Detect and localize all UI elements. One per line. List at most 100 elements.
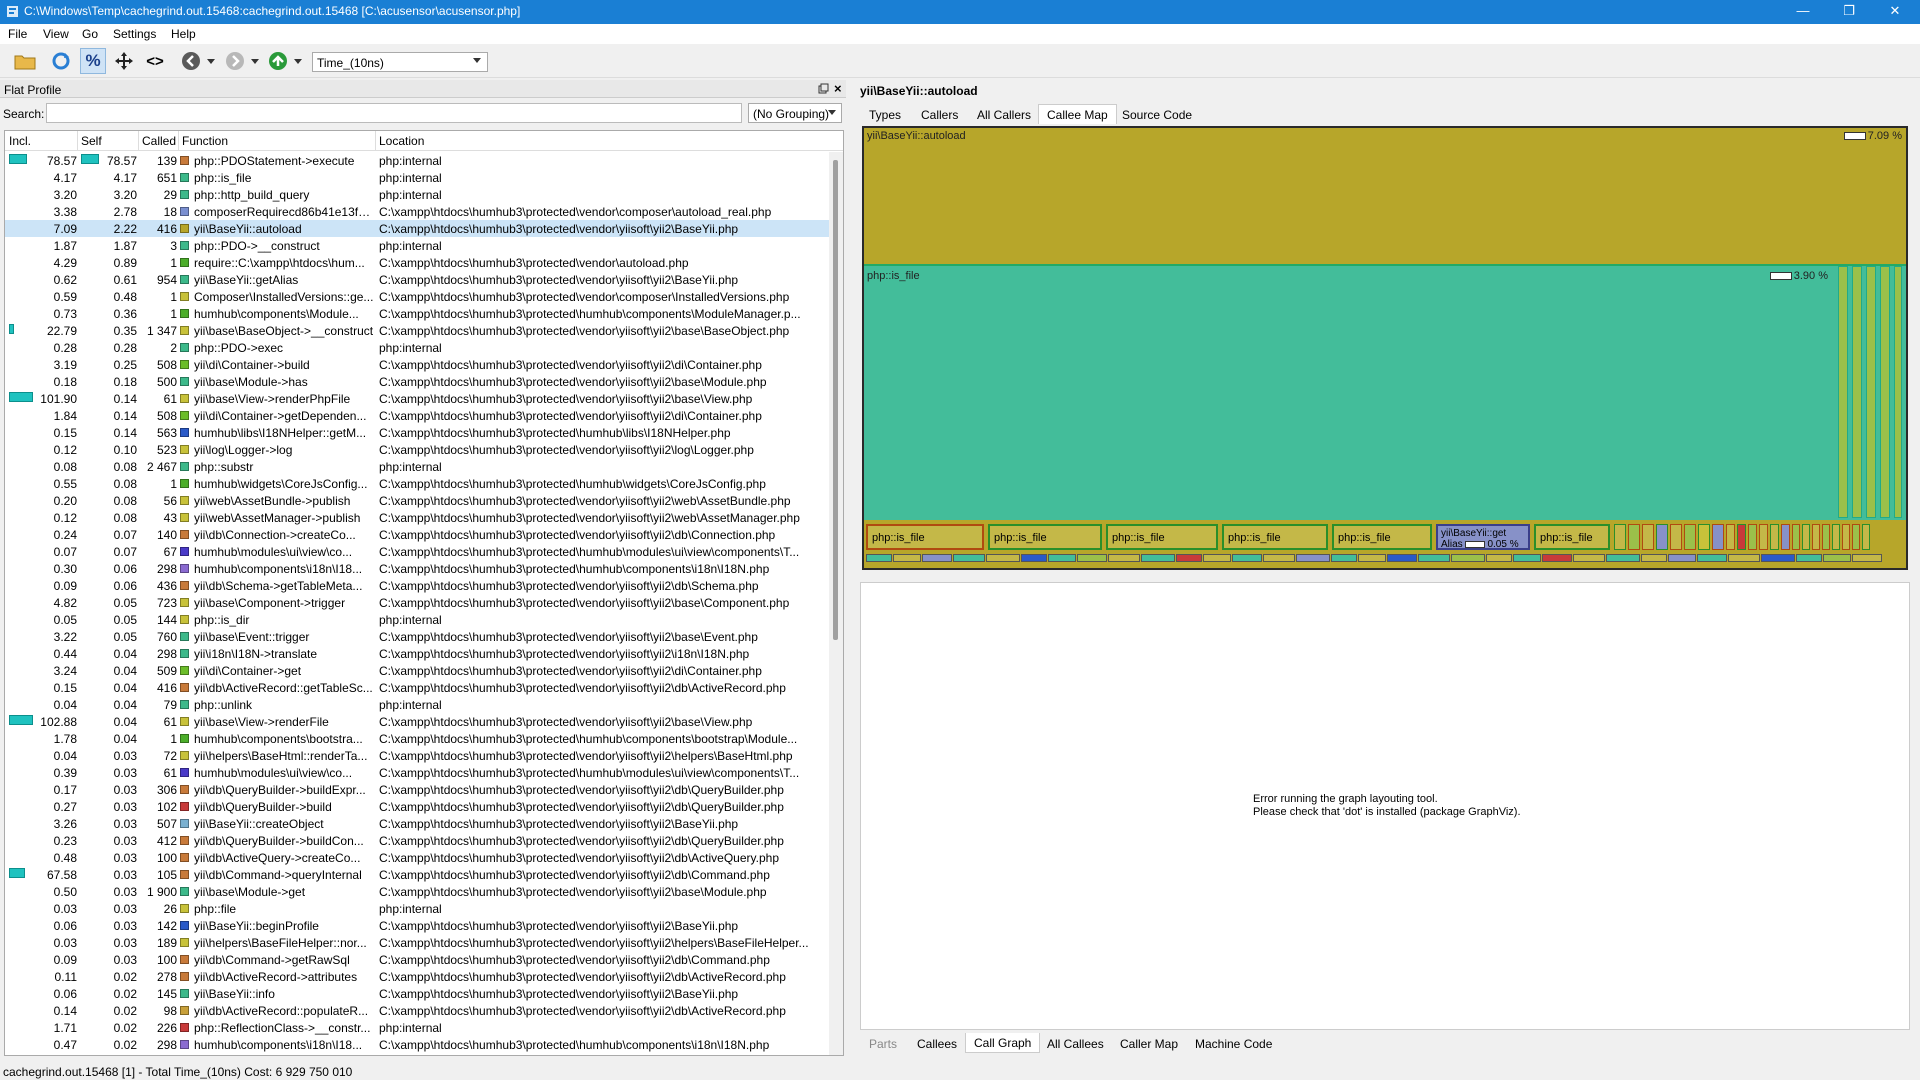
table-row[interactable]: 102.88 0.04 61 yii\base\View->renderFile C:\… <box>5 713 831 730</box>
table-row[interactable]: 0.05 0.05 144 php::is_dir php:internal <box>5 611 831 628</box>
tab-machine-code[interactable]: Machine Code <box>1186 1033 1281 1053</box>
maximize-button[interactable]: ❐ <box>1826 0 1872 24</box>
col-location[interactable]: Location <box>379 134 424 148</box>
map-cell-is-file[interactable]: php::is_file <box>866 524 984 550</box>
tab-all-callees[interactable]: All Callees <box>1038 1033 1113 1053</box>
col-self[interactable]: Self <box>81 134 102 148</box>
map-tiny-cell[interactable] <box>1684 524 1696 550</box>
table-row[interactable]: 0.24 0.07 140 yii\db\Connection->createCo..… <box>5 526 831 543</box>
table-row[interactable]: 22.79 0.35 1 347 yii\base\BaseObject->__con… <box>5 322 831 339</box>
map-cell-is-file[interactable]: php::is_file <box>988 524 1102 550</box>
table-row[interactable]: 3.38 2.78 18 composerRequirecd86b41e13f5...… <box>5 203 831 220</box>
map-small-box[interactable] <box>1852 266 1862 518</box>
menu-help[interactable]: Help <box>171 27 196 41</box>
table-row[interactable]: 1.78 0.04 1 humhub\components\bootstra... C:… <box>5 730 831 747</box>
table-row[interactable]: 0.50 0.03 1 900 yii\base\Module->get C:\xamp… <box>5 883 831 900</box>
tab-caller-map[interactable]: Caller Map <box>1111 1033 1187 1053</box>
table-row[interactable]: 0.73 0.36 1 humhub\components\Module... C:\x… <box>5 305 831 322</box>
map-tiny-cell[interactable] <box>1832 524 1840 550</box>
table-row[interactable]: 1.84 0.14 508 yii\di\Container->getDependen… <box>5 407 831 424</box>
map-tiny-cell[interactable] <box>1802 524 1810 550</box>
table-row[interactable]: 0.15 0.04 416 yii\db\ActiveRecord::getTable… <box>5 679 831 696</box>
search-input[interactable] <box>46 103 742 123</box>
map-strip-cell[interactable] <box>1542 554 1572 562</box>
map-strip-cell[interactable] <box>1486 554 1512 562</box>
reload-button[interactable] <box>48 48 74 74</box>
table-row[interactable]: 0.12 0.10 523 yii\log\Logger->log C:\xampp\h… <box>5 441 831 458</box>
tab-source-code[interactable]: Source Code <box>1113 104 1201 124</box>
tab-call-graph[interactable]: Call Graph <box>965 1033 1041 1053</box>
forward-button[interactable] <box>222 48 248 74</box>
map-strip-cell[interactable] <box>1418 554 1450 562</box>
table-row[interactable]: 0.28 0.28 2 php::PDO->exec php:internal <box>5 339 831 356</box>
table-row[interactable]: 0.03 0.03 26 php::file php:internal <box>5 900 831 917</box>
table-row[interactable]: 0.14 0.02 98 yii\db\ActiveRecord::populateR… <box>5 1002 831 1019</box>
map-small-box[interactable] <box>1866 266 1876 518</box>
close-panel-icon[interactable]: × <box>834 81 842 96</box>
panel-splitter[interactable] <box>846 80 854 1056</box>
back-button[interactable] <box>178 48 204 74</box>
map-strip-cell[interactable] <box>1387 554 1417 562</box>
table-row[interactable]: 3.24 0.04 509 yii\di\Container->get C:\xampp… <box>5 662 831 679</box>
map-strip-cell[interactable] <box>1697 554 1727 562</box>
map-child-is-file[interactable]: php::is_file 3.90 % <box>864 264 1906 520</box>
tab-all-callers[interactable]: All Callers <box>968 104 1040 124</box>
map-strip-cell[interactable] <box>1641 554 1667 562</box>
table-row[interactable]: 0.17 0.03 306 yii\db\QueryBuilder->buildExp… <box>5 781 831 798</box>
table-row[interactable]: 0.47 0.02 298 humhub\components\i18n\I18...… <box>5 1036 831 1053</box>
table-row[interactable]: 0.03 0.03 189 yii\helpers\BaseFileHelper::n… <box>5 934 831 951</box>
table-row[interactable]: 7.09 2.22 416 yii\BaseYii::autoload C:\xampp… <box>5 220 831 237</box>
col-function[interactable]: Function <box>182 134 228 148</box>
map-strip-cell[interactable] <box>1141 554 1175 562</box>
table-row[interactable]: 0.39 0.03 61 humhub\modules\ui\view\co... C:… <box>5 764 831 781</box>
map-tiny-cell[interactable] <box>1656 524 1668 550</box>
map-tiny-cell[interactable] <box>1726 524 1735 550</box>
table-row[interactable]: 0.11 0.02 278 yii\db\ActiveRecord->attribut… <box>5 968 831 985</box>
map-strip-cell[interactable] <box>1021 554 1047 562</box>
table-row[interactable]: 4.17 4.17 651 php::is_file php:internal <box>5 169 831 186</box>
map-strip-cell[interactable] <box>1203 554 1231 562</box>
table-row[interactable]: 0.48 0.03 100 yii\db\ActiveQuery->createCo.… <box>5 849 831 866</box>
map-tiny-cell[interactable] <box>1852 524 1860 550</box>
map-strip-cell[interactable] <box>1296 554 1330 562</box>
forward-dropdown[interactable] <box>248 48 262 74</box>
map-strip-cell[interactable] <box>866 554 892 562</box>
map-tiny-cell[interactable] <box>1862 524 1870 550</box>
table-row[interactable]: 0.23 0.03 412 yii\db\QueryBuilder->buildCon… <box>5 832 831 849</box>
map-tiny-cell[interactable] <box>1781 524 1790 550</box>
table-row[interactable]: 3.19 0.25 508 yii\di\Container->build C:\xam… <box>5 356 831 373</box>
col-called[interactable]: Called <box>142 134 176 148</box>
float-panel-icon[interactable] <box>818 83 829 94</box>
map-small-box[interactable] <box>1880 266 1890 518</box>
map-tiny-cell[interactable] <box>1614 524 1626 550</box>
map-strip-cell[interactable] <box>1796 554 1822 562</box>
tab-callee-map[interactable]: Callee Map <box>1038 104 1117 124</box>
map-strip-cell[interactable] <box>1513 554 1541 562</box>
table-row[interactable]: 1.87 1.87 3 php::PDO->__construct php:intern… <box>5 237 831 254</box>
back-dropdown[interactable] <box>204 48 218 74</box>
tab-callers[interactable]: Callers <box>912 104 967 124</box>
map-tiny-cell[interactable] <box>1628 524 1640 550</box>
table-row[interactable]: 0.55 0.08 1 humhub\widgets\CoreJsConfig... C… <box>5 475 831 492</box>
map-strip-cell[interactable] <box>1761 554 1795 562</box>
table-row[interactable]: 0.27 0.03 102 yii\db\QueryBuilder->build C:\… <box>5 798 831 815</box>
map-strip-cell[interactable] <box>1108 554 1140 562</box>
map-strip-cell[interactable] <box>922 554 952 562</box>
map-tiny-cell[interactable] <box>1698 524 1710 550</box>
map-tiny-cell[interactable] <box>1642 524 1654 550</box>
map-strip-cell[interactable] <box>1823 554 1851 562</box>
map-cell-is-file[interactable]: php::is_file <box>1106 524 1218 550</box>
map-tiny-cell[interactable] <box>1737 524 1746 550</box>
map-tiny-cell[interactable] <box>1792 524 1800 550</box>
table-row[interactable]: 67.58 0.03 105 yii\db\Command->queryInterna… <box>5 866 831 883</box>
map-strip-cell[interactable] <box>1451 554 1485 562</box>
map-tiny-cell[interactable] <box>1748 524 1757 550</box>
cycle-detection-button[interactable] <box>111 48 137 74</box>
table-row[interactable]: 0.08 0.08 2 467 php::substr php:internal <box>5 458 831 475</box>
map-tiny-cell[interactable] <box>1822 524 1830 550</box>
map-strip-cell[interactable] <box>1048 554 1076 562</box>
tab-types[interactable]: Types <box>860 104 910 124</box>
map-strip-cell[interactable] <box>1728 554 1760 562</box>
table-row[interactable]: 1.71 0.02 226 php::ReflectionClass->__const… <box>5 1019 831 1036</box>
call-graph-view[interactable]: Error running the graph layouting tool. … <box>860 582 1910 1030</box>
